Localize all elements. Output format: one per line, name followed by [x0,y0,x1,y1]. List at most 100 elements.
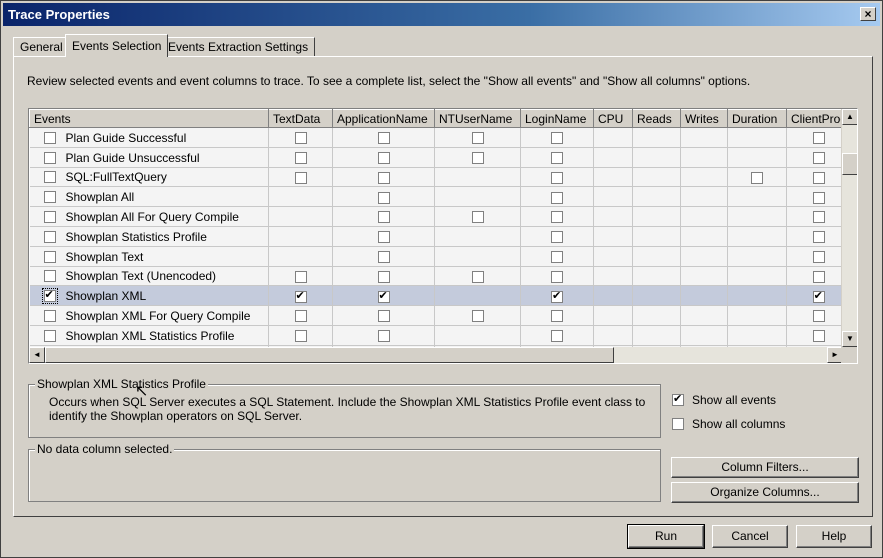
scroll-down-icon[interactable]: ▼ [842,331,857,347]
tab-general[interactable]: General [13,37,70,57]
column-checkbox[interactable] [812,330,825,343]
column-cell [727,246,787,267]
vertical-scrollbar[interactable]: ▲ ▼ [841,109,857,347]
event-checkbox[interactable] [43,131,56,144]
column-checkbox[interactable] [377,211,390,224]
column-checkbox[interactable] [294,270,307,283]
column-checkbox[interactable] [294,152,307,165]
tab-events-selection[interactable]: Events Selection [65,34,169,57]
show-all-columns-option[interactable]: Show all columns [672,416,785,431]
table-row[interactable]: Showplan Text (Unencoded) [29,266,852,287]
column-checkbox[interactable] [377,289,390,303]
column-checkbox[interactable] [294,132,307,145]
event-checkbox[interactable] [43,329,56,342]
column-header-applicationname[interactable]: ApplicationName [332,109,435,128]
column-checkbox[interactable] [471,152,484,165]
column-checkbox[interactable] [751,171,763,184]
column-header-reads[interactable]: Reads [632,109,681,128]
column-checkbox[interactable] [551,171,563,184]
column-checkbox[interactable] [551,152,563,165]
table-row[interactable]: Plan Guide Unsuccessful [29,147,852,168]
scroll-left-icon[interactable]: ◄ [29,347,45,363]
column-header-textdata[interactable]: TextData [268,109,333,128]
column-header-events[interactable]: Events [29,109,269,128]
column-checkbox[interactable] [377,231,390,244]
column-checkbox[interactable] [551,310,563,323]
event-checkbox[interactable] [43,211,56,223]
column-checkbox[interactable] [812,231,825,244]
column-checkbox[interactable] [377,132,390,145]
vertical-scroll-thumb[interactable] [842,153,857,175]
column-cell [434,127,521,148]
column-checkbox[interactable] [812,132,825,145]
column-checkbox[interactable] [294,310,307,323]
column-header-writes[interactable]: Writes [680,109,728,128]
column-header-cpu[interactable]: CPU [593,109,633,128]
column-checkbox[interactable] [812,152,825,165]
column-checkbox[interactable] [377,310,390,323]
run-button[interactable]: Run [627,524,705,549]
tab-events-extraction-settings[interactable]: Events Extraction Settings [161,37,316,57]
scroll-up-icon[interactable]: ▲ [842,109,857,125]
show-all-columns-checkbox[interactable] [672,417,684,430]
column-checkbox[interactable] [551,211,563,224]
column-checkbox[interactable] [471,211,484,224]
column-checkbox[interactable] [377,330,390,343]
column-header-loginname[interactable]: LoginName [520,109,594,128]
column-checkbox[interactable] [551,330,563,343]
show-all-events-option[interactable]: Show all events [672,392,776,407]
column-checkbox[interactable] [471,270,484,283]
event-checkbox[interactable] [43,151,56,164]
event-checkbox[interactable] [43,191,56,204]
horizontal-scrollbar[interactable]: ◄ ► [29,347,843,363]
event-checkbox[interactable] [43,230,56,243]
column-header-ntusername[interactable]: NTUserName [434,109,521,128]
table-row[interactable]: Showplan XML Statistics Profile [29,325,852,346]
table-row[interactable]: Showplan XML For Query Compile [29,305,852,326]
column-checkbox[interactable] [812,270,825,283]
event-checkbox[interactable] [43,309,56,322]
table-row[interactable]: Showplan Text [29,246,852,267]
organize-columns-button[interactable]: Organize Columns... [671,482,859,503]
column-checkbox[interactable] [812,191,825,204]
column-checkbox[interactable] [551,251,563,263]
column-checkbox[interactable] [471,132,484,145]
column-checkbox[interactable] [551,270,563,283]
column-checkbox[interactable] [377,191,390,204]
table-row[interactable]: Showplan XML [29,285,852,307]
column-checkbox[interactable] [294,289,307,303]
column-filters-button[interactable]: Column Filters... [671,457,859,478]
column-checkbox[interactable] [377,251,390,263]
table-row[interactable]: Showplan Statistics Profile [29,226,852,247]
horizontal-scroll-thumb[interactable] [45,347,614,363]
close-icon[interactable]: × [860,7,876,21]
table-row[interactable]: Plan Guide Successful [29,127,852,148]
column-checkbox[interactable] [377,270,390,283]
event-checkbox[interactable] [43,250,56,263]
column-header-duration[interactable]: Duration [727,109,787,128]
column-checkbox[interactable] [551,132,563,145]
column-checkbox[interactable] [551,191,563,204]
column-checkbox[interactable] [377,152,390,165]
column-checkbox[interactable] [812,289,825,303]
column-checkbox[interactable] [377,171,390,184]
column-checkbox[interactable] [294,330,307,343]
table-row[interactable]: Showplan All [29,186,852,208]
table-row[interactable]: Showplan All For Query Compile [29,206,852,227]
column-checkbox[interactable] [294,171,307,184]
table-row[interactable]: SQL:FullTextQuery [29,167,852,188]
column-checkbox[interactable] [551,231,563,244]
event-checkbox[interactable] [43,171,56,184]
column-checkbox[interactable] [471,310,484,323]
column-checkbox[interactable] [812,211,825,224]
event-checkbox[interactable] [41,288,58,305]
column-cell [632,325,681,346]
cancel-button[interactable]: Cancel [712,525,788,548]
column-checkbox[interactable] [551,289,563,303]
event-checkbox[interactable] [43,270,56,283]
column-checkbox[interactable] [812,251,825,263]
show-all-events-checkbox[interactable] [672,392,684,406]
help-button[interactable]: Help [796,525,872,548]
column-checkbox[interactable] [812,171,825,184]
column-checkbox[interactable] [812,310,825,323]
